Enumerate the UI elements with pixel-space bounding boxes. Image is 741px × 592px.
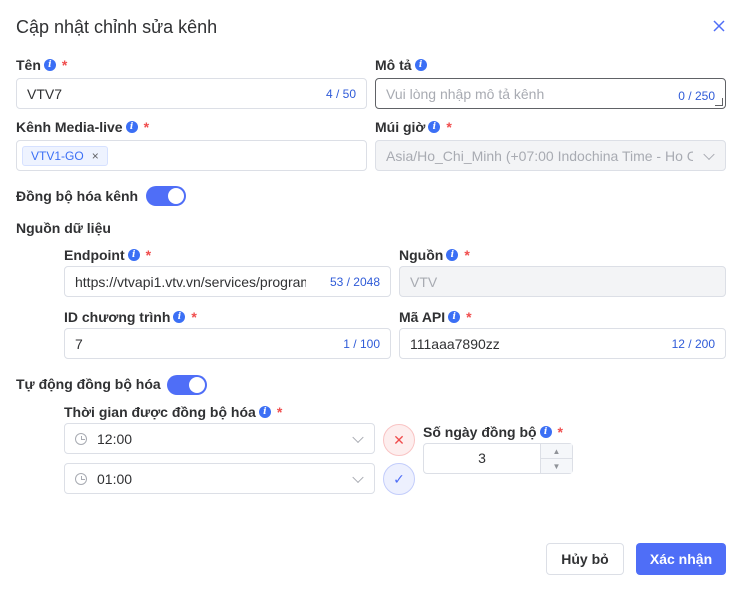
timezone-label-text: Múi giờ (375, 119, 426, 135)
sync-time-value: 01:00 (97, 470, 133, 487)
api-code-label-text: Mã API (399, 309, 446, 325)
program-id-label-text: ID chương trình (64, 309, 171, 325)
confirm-button[interactable]: Xác nhận (636, 543, 726, 575)
auto-sync-toggle[interactable] (167, 375, 207, 395)
required-mark: * (145, 247, 152, 263)
required-mark: * (446, 119, 452, 135)
required-mark: * (464, 247, 470, 263)
required-mark: * (61, 57, 68, 73)
chevron-down-icon (703, 148, 715, 160)
info-icon: i (125, 121, 138, 133)
sync-time-value: 12:00 (97, 430, 133, 447)
required-mark: * (466, 309, 472, 325)
name-counter: 4 / 50 (325, 86, 356, 101)
required-mark: * (276, 404, 283, 420)
endpoint-label: Endpoint i * (64, 247, 151, 263)
media-live-label-text: Kênh Media-live (16, 119, 123, 135)
name-label: Tên i * (16, 57, 67, 73)
media-live-select[interactable]: VTV1-GO × (16, 140, 367, 171)
info-icon: i (539, 426, 552, 438)
sync-channel-label: Đồng bộ hóa kênh (16, 188, 139, 204)
info-icon: i (448, 311, 461, 323)
remove-time-button[interactable]: ✕ (383, 424, 415, 456)
source-label-text: Nguồn (399, 247, 444, 263)
source-value: VTV (410, 273, 438, 290)
check-icon: ✓ (393, 470, 405, 487)
program-id-label: ID chương trình i * (64, 309, 197, 325)
endpoint-field[interactable]: https://vtvapi1.vtv.vn/services/programs… (64, 266, 391, 297)
close-icon[interactable] (709, 16, 729, 36)
api-code-field[interactable]: 111aaa7890zz 12 / 200 (399, 328, 726, 359)
sync-channel-toggle[interactable] (146, 186, 186, 206)
source-label: Nguồn i * (399, 247, 470, 263)
endpoint-counter: 53 / 2048 (329, 274, 380, 289)
api-code-value: 111aaa7890zz (410, 335, 500, 352)
endpoint-value: https://vtvapi1.vtv.vn/services/programs (75, 273, 306, 290)
sync-days-label-text: Số ngày đồng bộ (423, 424, 537, 440)
auto-sync-label: Tự động đồng bộ hóa (16, 376, 161, 392)
dialog-title: Cập nhật chỉnh sửa kênh (16, 17, 218, 37)
info-icon: i (428, 121, 441, 133)
program-id-field[interactable]: 7 1 / 100 (64, 328, 391, 359)
timezone-label: Múi giờ i * (375, 119, 452, 135)
chevron-down-icon (352, 471, 364, 483)
name-field[interactable]: VTV7 4 / 50 (16, 78, 367, 109)
stepper-arrows: ▲ ▼ (540, 444, 572, 473)
description-counter: 0 / 250 (678, 89, 715, 103)
program-id-counter: 1 / 100 (343, 336, 380, 351)
clock-icon (75, 472, 87, 485)
program-id-value: 7 (75, 335, 83, 352)
api-code-label: Mã API i * (399, 309, 472, 325)
timezone-value: Asia/Ho_Chi_Minh (+07:00 Indochina Time … (386, 147, 693, 164)
chevron-down-icon (352, 431, 364, 443)
description-label-text: Mô tả (375, 57, 412, 73)
sync-time-picker-1[interactable]: 12:00 (64, 423, 375, 454)
description-placeholder: Vui lòng nhập mô tả kênh (386, 85, 545, 102)
sync-time-label: Thời gian được đồng bộ hóa i * (64, 404, 282, 420)
description-field[interactable]: Vui lòng nhập mô tả kênh 0 / 250 (375, 78, 726, 109)
media-live-tag-text: VTV1-GO (31, 148, 84, 163)
api-code-counter: 12 / 200 (671, 336, 715, 351)
sync-days-label: Số ngày đồng bộ i * (423, 424, 563, 440)
info-icon: i (127, 249, 140, 261)
description-label: Mô tả i (375, 57, 427, 73)
media-live-tag: VTV1-GO × (22, 145, 108, 166)
info-icon: i (446, 249, 459, 261)
required-mark: * (143, 119, 150, 135)
data-source-heading: Nguồn dữ liệu (16, 220, 111, 236)
sync-time-label-text: Thời gian được đồng bộ hóa (64, 404, 256, 420)
timezone-select[interactable]: Asia/Ho_Chi_Minh (+07:00 Indochina Time … (375, 140, 726, 171)
required-mark: * (191, 309, 197, 325)
name-label-text: Tên (16, 57, 41, 73)
cancel-button[interactable]: Hủy bỏ (546, 543, 624, 575)
info-icon: i (258, 406, 271, 418)
increment-icon[interactable]: ▲ (541, 444, 572, 459)
sync-days-stepper[interactable]: 3 ▲ ▼ (423, 443, 573, 474)
confirm-time-button[interactable]: ✓ (383, 463, 415, 495)
decrement-icon[interactable]: ▼ (541, 459, 572, 473)
info-icon: i (414, 59, 427, 71)
tag-close-icon[interactable]: × (92, 149, 99, 163)
info-icon: i (43, 59, 56, 71)
media-live-label: Kênh Media-live i * (16, 119, 149, 135)
clock-icon (75, 432, 87, 445)
name-value: VTV7 (27, 85, 63, 102)
endpoint-label-text: Endpoint (64, 247, 125, 263)
sync-time-picker-2[interactable]: 01:00 (64, 463, 375, 494)
required-mark: * (557, 424, 563, 440)
resize-handle[interactable] (715, 98, 723, 106)
sync-days-value: 3 (478, 450, 486, 466)
close-icon: ✕ (393, 431, 405, 448)
source-field[interactable]: VTV (399, 266, 726, 297)
info-icon: i (173, 311, 186, 323)
